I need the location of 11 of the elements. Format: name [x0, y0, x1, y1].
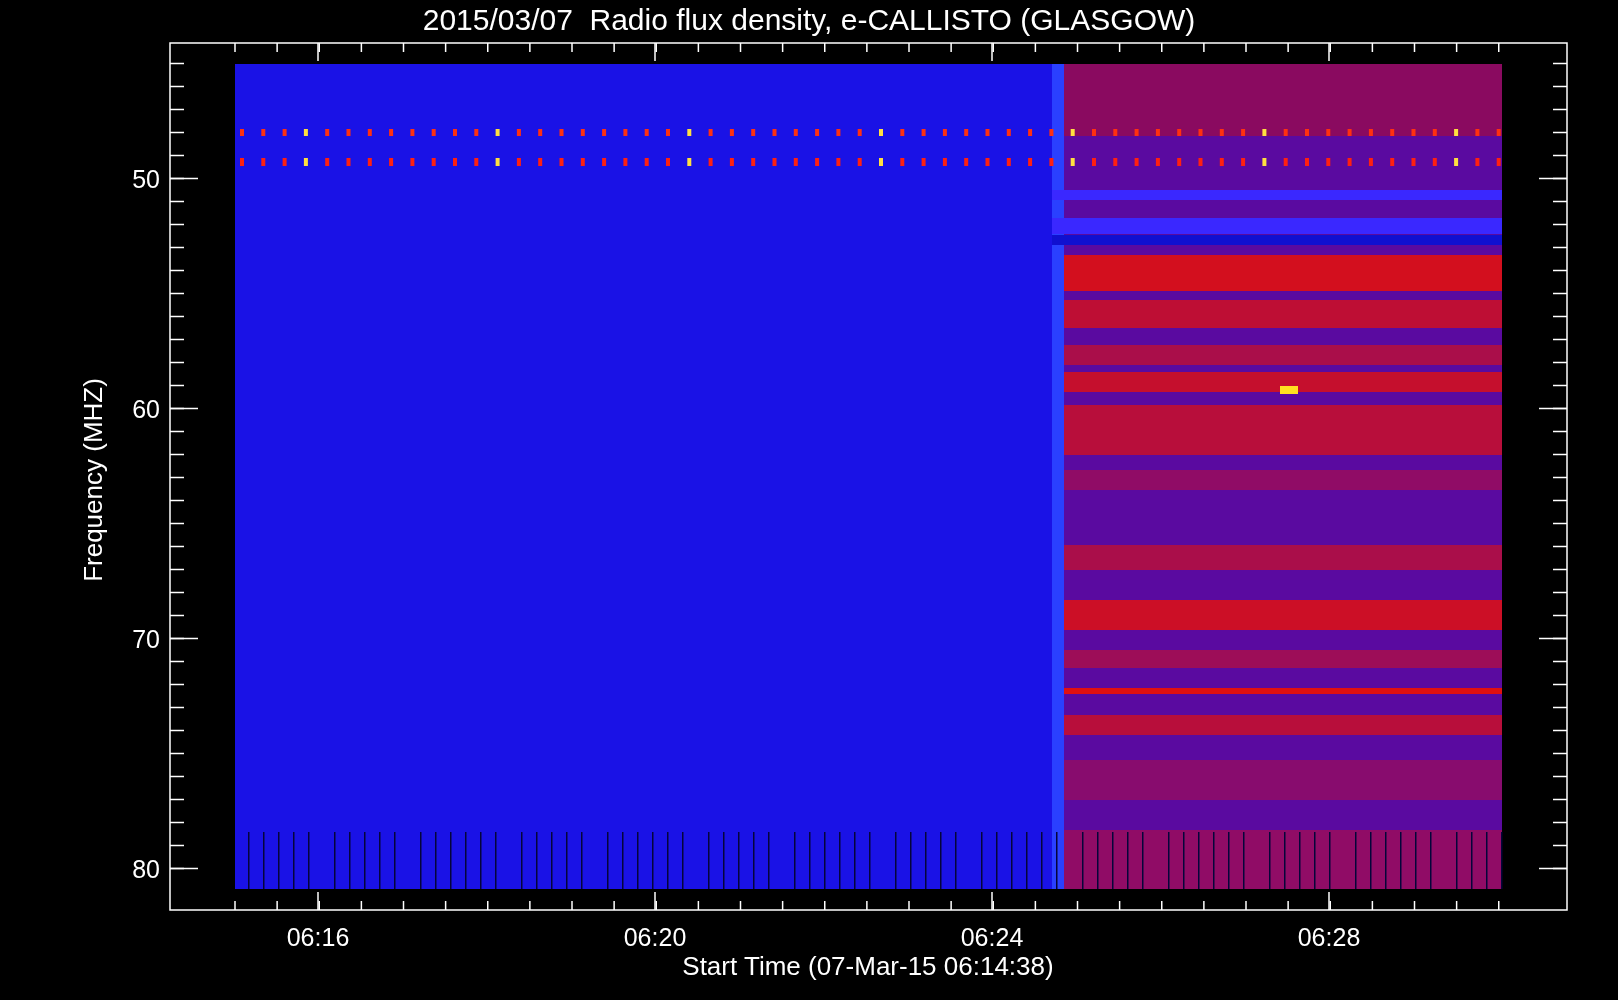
chart-title: 2015/03/07 Radio flux density, e-CALLISTO (GLASGOW) — [422, 3, 1196, 36]
x-axis-label: Start Time (07-Mar-15 06:14:38) — [682, 951, 1054, 981]
y-tick-label: 80 — [132, 854, 160, 883]
y-tick-label: 50 — [132, 164, 160, 193]
y-tick-label: 70 — [132, 624, 160, 653]
y-axis-label: Frequency (MHZ) — [78, 378, 108, 582]
x-tick-label: 06:20 — [623, 923, 687, 951]
x-tick-label: 06:16 — [286, 923, 350, 951]
x-tick-label: 06:24 — [960, 923, 1024, 951]
x-tick-label: 06:28 — [1297, 923, 1361, 951]
y-tick-label: 60 — [132, 394, 160, 423]
